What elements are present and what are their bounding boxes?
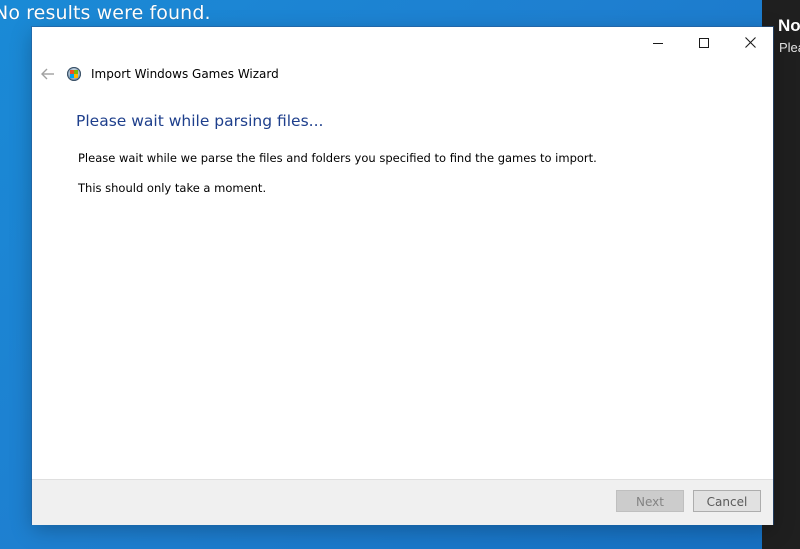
close-icon	[744, 37, 756, 48]
windows-games-icon	[67, 67, 81, 81]
title-bar[interactable]	[32, 27, 773, 58]
minimize-button[interactable]	[635, 27, 681, 58]
wizard-nav-row: Import Windows Games Wizard	[32, 61, 773, 87]
moment-text: This should only take a moment.	[78, 181, 267, 195]
minimize-icon	[653, 42, 663, 44]
maximize-button[interactable]	[681, 27, 727, 58]
cancel-button[interactable]: Cancel	[693, 490, 761, 512]
wizard-window: Import Windows Games Wizard Please wait …	[32, 27, 773, 525]
page-heading: Please wait while parsing files...	[76, 112, 324, 130]
side-panel-subtitle: Plea	[779, 40, 800, 55]
close-button[interactable]	[727, 27, 773, 58]
wizard-footer: Next Cancel	[32, 479, 773, 525]
maximize-icon	[699, 37, 709, 48]
back-arrow-icon[interactable]	[40, 66, 56, 82]
wizard-title: Import Windows Games Wizard	[91, 67, 279, 81]
side-panel-title: No	[778, 16, 800, 35]
instruction-text: Please wait while we parse the files and…	[78, 151, 597, 165]
desktop-search-message: No results were found.	[0, 2, 211, 24]
next-button[interactable]: Next	[616, 490, 684, 512]
